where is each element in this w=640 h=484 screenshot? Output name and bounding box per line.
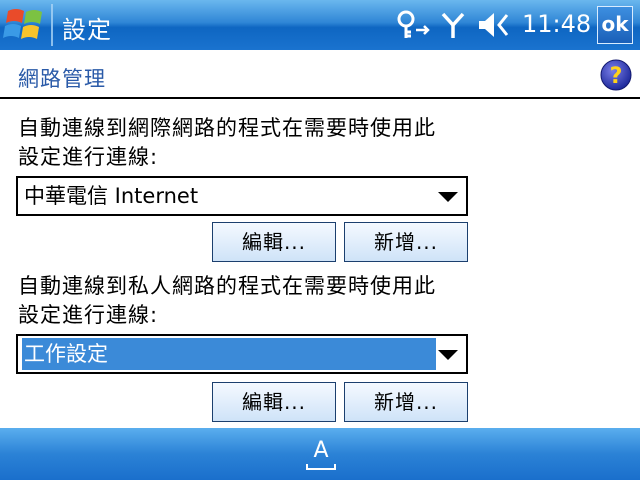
internet-description: 自動連線到網際網路的程式在需要時使用此 設定進行連線:	[18, 114, 478, 172]
volume-icon[interactable]	[476, 0, 516, 50]
title-separator	[51, 4, 53, 46]
internet-connection-dropdown[interactable]: 中華電信 Internet	[16, 176, 468, 216]
private-description-line2: 設定進行連線:	[18, 303, 159, 327]
connectivity-icon[interactable]	[394, 0, 434, 50]
svg-text:?: ?	[610, 64, 623, 89]
ok-button[interactable]: ok	[597, 6, 633, 44]
internet-edit-button[interactable]: 編輯...	[212, 222, 336, 262]
private-new-button[interactable]: 新增...	[344, 382, 468, 422]
header-divider	[0, 97, 640, 99]
sip-label: A	[313, 438, 328, 463]
internet-connection-value: 中華電信 Internet	[24, 184, 199, 208]
clock[interactable]: 11:48	[522, 10, 591, 38]
internet-description-line1: 自動連線到網際網路的程式在需要時使用此	[18, 116, 436, 140]
page-header: 網路管理	[0, 50, 640, 98]
dropdown-arrow-icon[interactable]	[438, 350, 458, 360]
app-title: 設定	[62, 16, 112, 44]
private-description: 自動連線到私人網路的程式在需要時使用此 設定進行連線:	[18, 272, 478, 330]
private-edit-button[interactable]: 編輯...	[212, 382, 336, 422]
page-title: 網路管理	[18, 67, 106, 91]
dropdown-arrow-icon[interactable]	[438, 192, 458, 202]
bottom-bar: A	[0, 428, 640, 480]
private-description-line1: 自動連線到私人網路的程式在需要時使用此	[18, 274, 436, 298]
help-icon[interactable]: ?	[600, 58, 632, 92]
windows-start-icon[interactable]	[2, 2, 50, 48]
internet-new-button[interactable]: 新增...	[344, 222, 468, 262]
keyboard-input-icon[interactable]: A	[300, 428, 342, 480]
private-connection-dropdown[interactable]: 工作設定	[16, 334, 468, 374]
title-bar: 設定 11:48 ok	[0, 0, 640, 50]
internet-description-line2: 設定進行連線:	[18, 145, 159, 169]
signal-icon[interactable]	[440, 0, 466, 50]
private-connection-value: 工作設定	[22, 338, 436, 370]
